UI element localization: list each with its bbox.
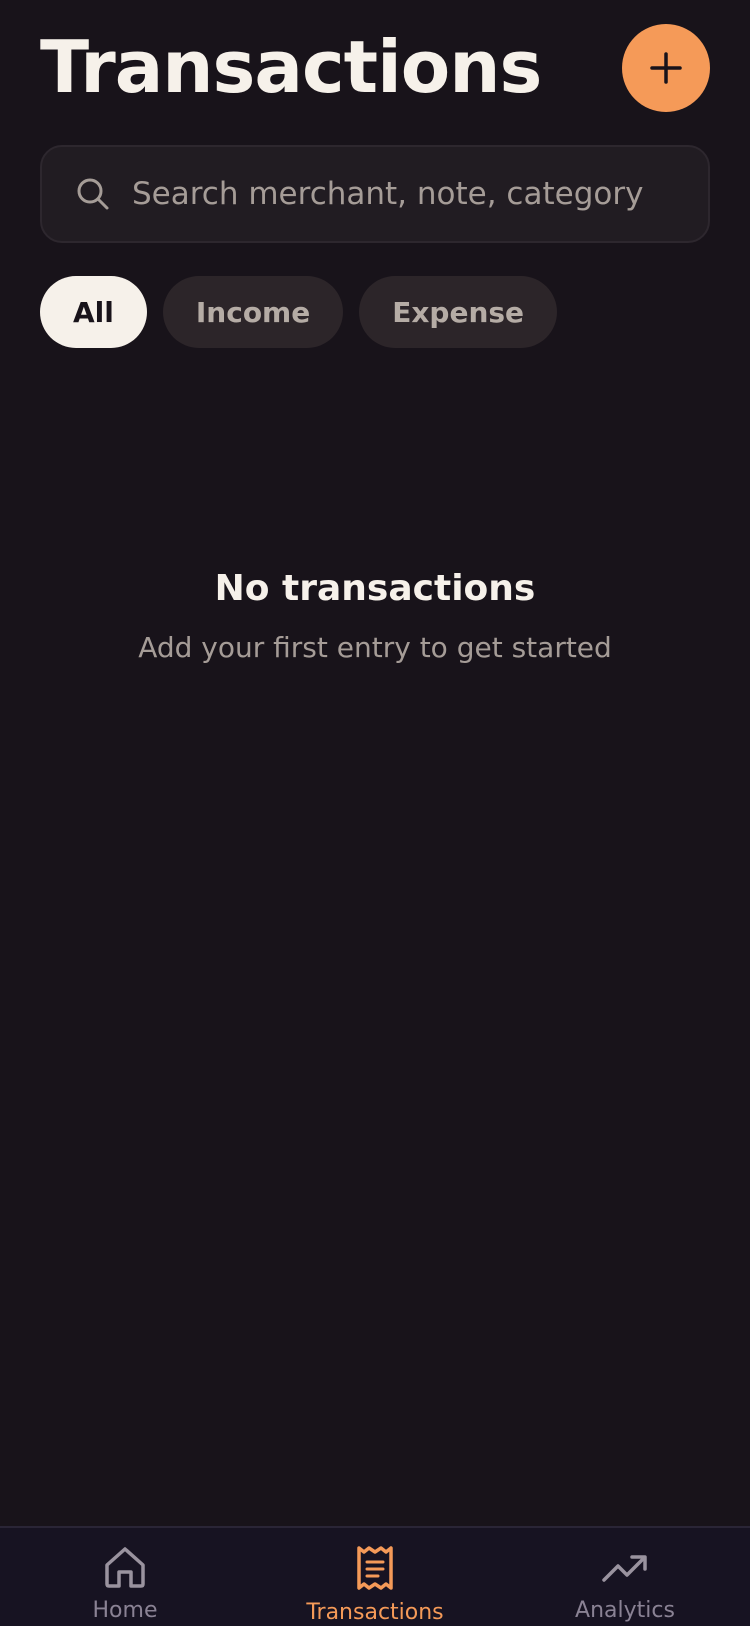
tab-analytics[interactable]: Analytics <box>500 1528 750 1626</box>
home-icon <box>105 1547 145 1588</box>
filter-chips: All Income Expense <box>40 276 558 348</box>
search-input[interactable] <box>132 176 708 212</box>
header: Transactions <box>40 22 710 114</box>
receipt-icon <box>357 1546 393 1590</box>
tab-label: Transactions <box>306 1600 444 1625</box>
tab-home[interactable]: Home <box>0 1528 250 1626</box>
plus-icon <box>650 52 682 84</box>
search-bar[interactable] <box>40 145 710 243</box>
tab-transactions[interactable]: Transactions <box>250 1528 500 1626</box>
add-transaction-button[interactable] <box>622 24 710 112</box>
page-title: Transactions <box>40 25 542 109</box>
empty-state: No transactions Add your first entry to … <box>0 568 750 664</box>
filter-chip-all[interactable]: All <box>40 276 147 348</box>
bottom-tab-bar: Home Transactions Analytics <box>0 1526 750 1626</box>
tab-label: Analytics <box>575 1598 675 1623</box>
tab-label: Home <box>92 1598 158 1623</box>
empty-state-title: No transactions <box>214 568 536 609</box>
filter-chip-expense[interactable]: Expense <box>359 276 558 348</box>
filter-chip-income[interactable]: Income <box>162 276 344 348</box>
empty-state-subtitle: Add your first entry to get started <box>138 631 612 664</box>
search-icon <box>77 178 109 210</box>
trending-up-icon <box>602 1555 647 1582</box>
